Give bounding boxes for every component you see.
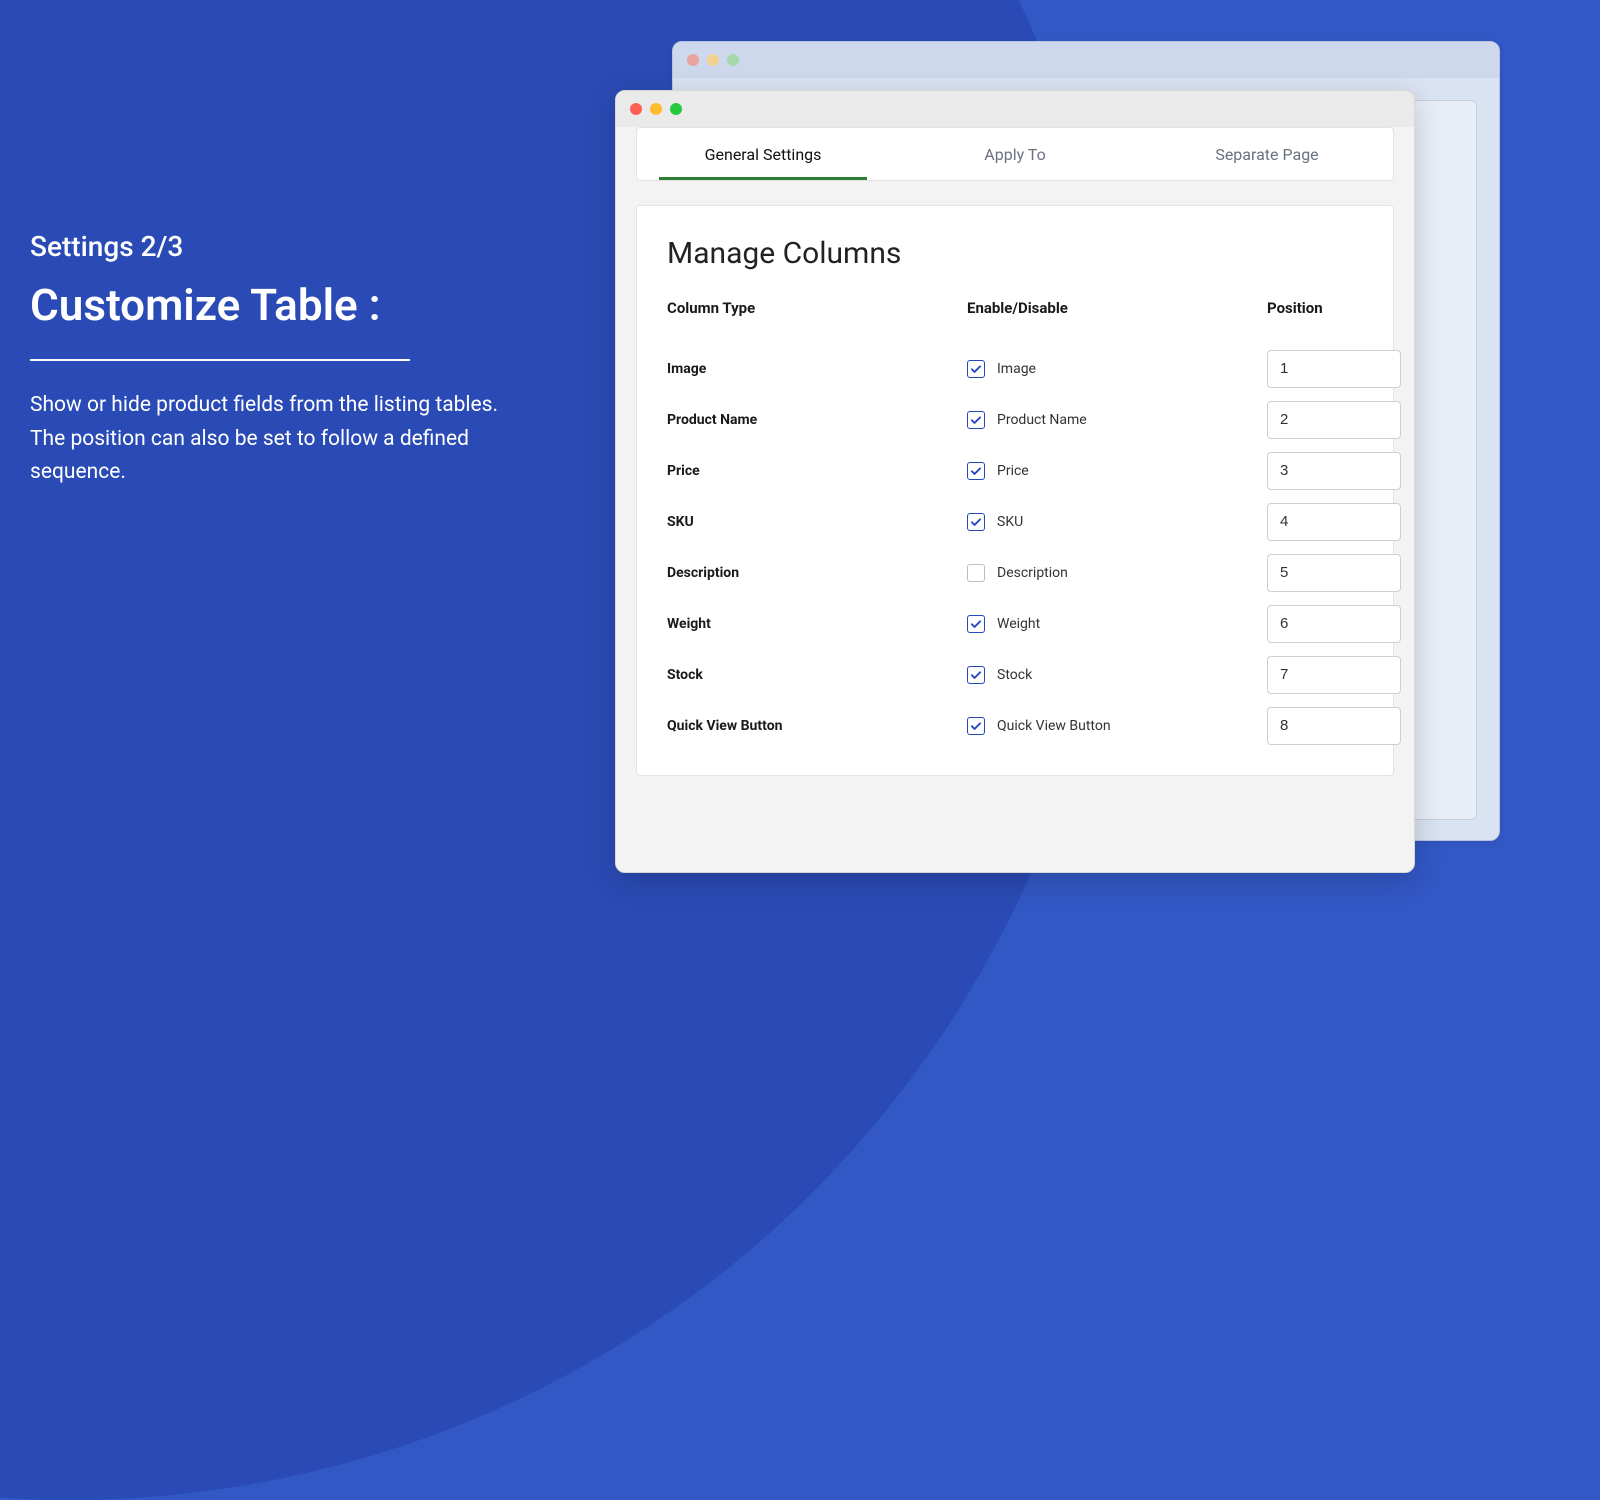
position-input[interactable] bbox=[1267, 503, 1401, 541]
table-row: Stock Stock bbox=[667, 649, 1363, 700]
enable-checkbox[interactable] bbox=[967, 717, 985, 735]
table-row: Product Name Product Name bbox=[667, 394, 1363, 445]
enable-checkbox[interactable] bbox=[967, 564, 985, 582]
position-input[interactable] bbox=[1267, 707, 1401, 745]
enable-cell: Quick View Button bbox=[967, 717, 1267, 735]
close-icon[interactable] bbox=[630, 103, 642, 115]
check-icon bbox=[969, 719, 983, 733]
column-type-label: Image bbox=[667, 361, 967, 377]
intro-title: Customize Table : bbox=[30, 279, 520, 331]
column-type-label: Price bbox=[667, 463, 967, 479]
position-cell bbox=[1267, 656, 1401, 694]
position-input[interactable] bbox=[1267, 401, 1401, 439]
check-icon bbox=[969, 464, 983, 478]
position-cell bbox=[1267, 707, 1401, 745]
check-icon bbox=[969, 362, 983, 376]
table-row: Price Price bbox=[667, 445, 1363, 496]
header-column-type: Column Type bbox=[667, 299, 967, 317]
enable-cell: Product Name bbox=[967, 411, 1267, 429]
maximize-icon[interactable] bbox=[670, 103, 682, 115]
column-type-label: Description bbox=[667, 565, 967, 581]
tab-apply-to[interactable]: Apply To bbox=[889, 128, 1141, 180]
enable-cell: SKU bbox=[967, 513, 1267, 531]
intro-subtitle: Settings 2/3 bbox=[30, 230, 520, 263]
column-type-label: Stock bbox=[667, 667, 967, 683]
table-row: SKU SKU bbox=[667, 496, 1363, 547]
manage-columns-card: Manage Columns Column Type Enable/Disabl… bbox=[636, 205, 1394, 776]
enable-label: Image bbox=[997, 361, 1036, 377]
minimize-icon bbox=[707, 54, 719, 66]
enable-checkbox[interactable] bbox=[967, 666, 985, 684]
enable-checkbox[interactable] bbox=[967, 513, 985, 531]
enable-checkbox[interactable] bbox=[967, 360, 985, 378]
window-titlebar bbox=[616, 91, 1414, 127]
enable-cell: Stock bbox=[967, 666, 1267, 684]
tab-separate-page[interactable]: Separate Page bbox=[1141, 128, 1393, 180]
position-cell bbox=[1267, 605, 1401, 643]
position-cell bbox=[1267, 554, 1401, 592]
enable-label: Price bbox=[997, 463, 1029, 479]
enable-cell: Price bbox=[967, 462, 1267, 480]
position-cell bbox=[1267, 401, 1401, 439]
position-input[interactable] bbox=[1267, 656, 1401, 694]
tab-label: Separate Page bbox=[1215, 145, 1318, 164]
column-type-label: Product Name bbox=[667, 412, 967, 428]
table-row: Quick View Button Quick View Button bbox=[667, 700, 1363, 751]
enable-checkbox[interactable] bbox=[967, 411, 985, 429]
position-cell bbox=[1267, 452, 1401, 490]
intro-panel: Settings 2/3 Customize Table : Show or h… bbox=[30, 230, 520, 490]
close-icon bbox=[687, 54, 699, 66]
enable-label: Quick View Button bbox=[997, 718, 1111, 734]
table-row: Description Description bbox=[667, 547, 1363, 598]
card-title: Manage Columns bbox=[667, 236, 1363, 271]
check-icon bbox=[969, 617, 983, 631]
header-enable-disable: Enable/Disable bbox=[967, 299, 1267, 317]
position-input[interactable] bbox=[1267, 350, 1401, 388]
position-input[interactable] bbox=[1267, 605, 1401, 643]
tab-label: Apply To bbox=[984, 145, 1045, 164]
enable-checkbox[interactable] bbox=[967, 615, 985, 633]
position-cell bbox=[1267, 503, 1401, 541]
header-position: Position bbox=[1267, 299, 1363, 317]
column-type-label: Quick View Button bbox=[667, 718, 967, 734]
enable-label: Weight bbox=[997, 616, 1040, 632]
background-window-titlebar bbox=[673, 42, 1499, 78]
enable-label: Product Name bbox=[997, 412, 1087, 428]
column-type-label: Weight bbox=[667, 616, 967, 632]
settings-window: General Settings Apply To Separate Page … bbox=[615, 90, 1415, 873]
check-icon bbox=[969, 668, 983, 682]
intro-divider bbox=[30, 359, 410, 361]
position-input[interactable] bbox=[1267, 452, 1401, 490]
position-cell bbox=[1267, 350, 1401, 388]
table-row: Image Image bbox=[667, 343, 1363, 394]
settings-tabs: General Settings Apply To Separate Page bbox=[636, 127, 1394, 181]
maximize-icon bbox=[727, 54, 739, 66]
position-input[interactable] bbox=[1267, 554, 1401, 592]
enable-cell: Description bbox=[967, 564, 1267, 582]
enable-label: Description bbox=[997, 565, 1068, 581]
column-type-label: SKU bbox=[667, 514, 967, 530]
column-headers: Column Type Enable/Disable Position bbox=[667, 299, 1363, 317]
enable-cell: Image bbox=[967, 360, 1267, 378]
tab-label: General Settings bbox=[705, 145, 822, 164]
table-row: Weight Weight bbox=[667, 598, 1363, 649]
tab-general-settings[interactable]: General Settings bbox=[637, 128, 889, 180]
enable-checkbox[interactable] bbox=[967, 462, 985, 480]
minimize-icon[interactable] bbox=[650, 103, 662, 115]
enable-label: SKU bbox=[997, 514, 1023, 530]
enable-cell: Weight bbox=[967, 615, 1267, 633]
check-icon bbox=[969, 413, 983, 427]
check-icon bbox=[969, 515, 983, 529]
intro-description: Show or hide product fields from the lis… bbox=[30, 389, 520, 490]
enable-label: Stock bbox=[997, 667, 1032, 683]
